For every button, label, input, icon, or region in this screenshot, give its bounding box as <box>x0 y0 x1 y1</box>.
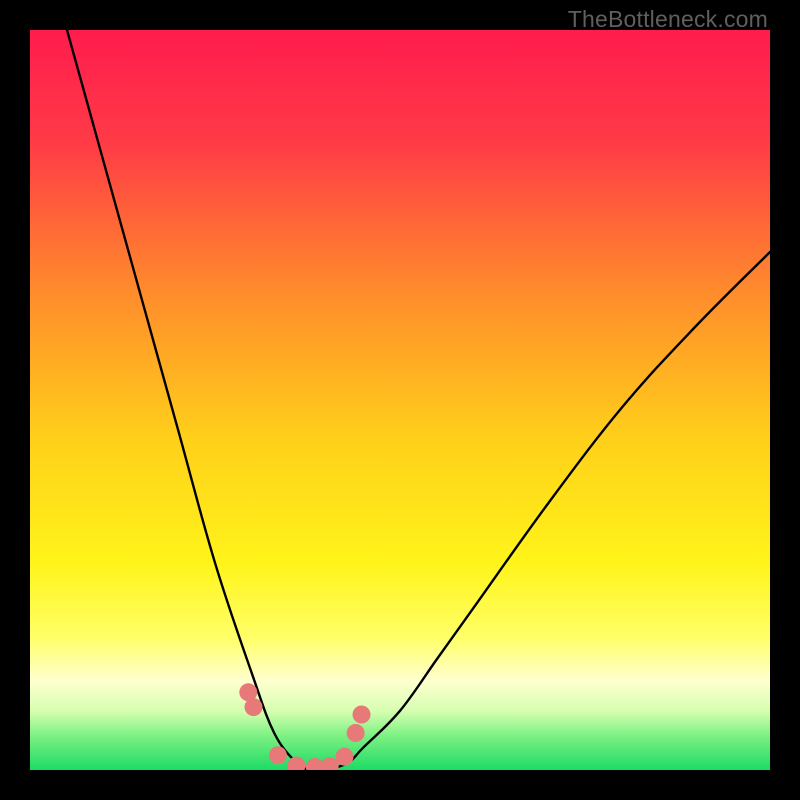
marker-point <box>287 757 305 770</box>
plot-area <box>30 30 770 770</box>
marker-point <box>244 698 262 716</box>
chart-frame: TheBottleneck.com <box>0 0 800 800</box>
marker-point <box>336 748 354 766</box>
watermark-text: TheBottleneck.com <box>568 6 768 33</box>
curve-layer <box>30 30 770 770</box>
marker-point <box>353 706 371 724</box>
bottleneck-curve <box>67 30 770 770</box>
marker-point <box>269 746 287 764</box>
marker-point <box>347 724 365 742</box>
